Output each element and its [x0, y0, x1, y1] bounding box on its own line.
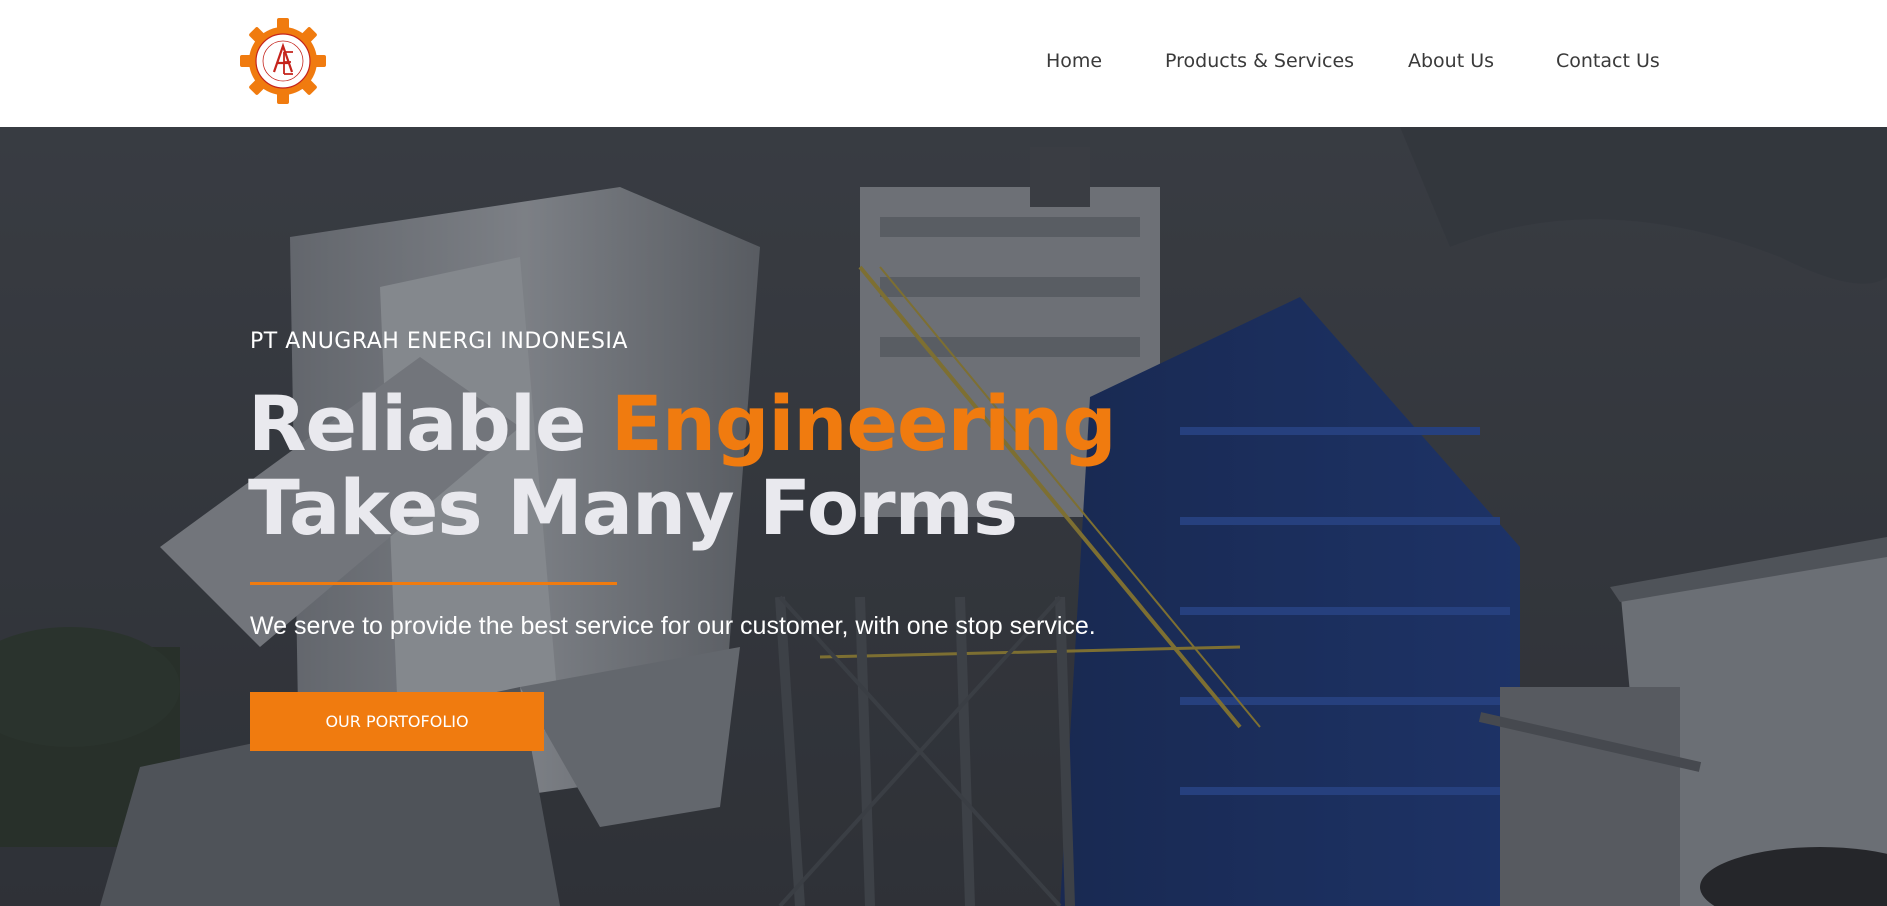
hero-headline-accent: Engineering [610, 379, 1117, 468]
nav-item-home[interactable]: Home [1046, 49, 1102, 73]
site-header: Home Products & Services About Us Contac… [0, 0, 1887, 127]
nav-item-contact-us[interactable]: Contact Us [1556, 49, 1660, 73]
hero-headline-line2: Takes Many Forms [248, 463, 1018, 552]
portfolio-button[interactable]: OUR PORTOFOLIO [250, 692, 544, 751]
nav-item-products-services[interactable]: Products & Services [1165, 49, 1354, 73]
hero-headline-part1: Reliable [248, 379, 611, 468]
main-nav: Home Products & Services About Us Contac… [0, 49, 1887, 73]
hero-headline: Reliable Engineering Takes Many Forms [248, 379, 1117, 552]
hero-accent-divider [250, 582, 617, 585]
hero-subtext: We serve to provide the best service for… [250, 612, 1096, 640]
hero-company-name: PT ANUGRAH ENERGI INDONESIA [250, 329, 628, 354]
nav-item-about-us[interactable]: About Us [1408, 49, 1494, 73]
